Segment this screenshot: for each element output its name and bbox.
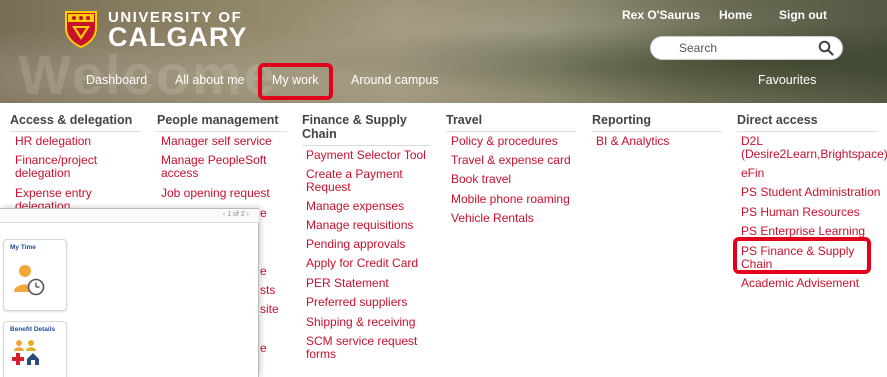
user-name-link[interactable]: Rex O'Saurus — [622, 8, 700, 22]
link-bi-analytics[interactable]: BI & Analytics — [596, 135, 669, 148]
nav-favourites[interactable]: Favourites — [758, 73, 816, 87]
link-manager-self-service[interactable]: Manager self service — [161, 135, 272, 148]
link-create-payment-request[interactable]: Create a Payment Request — [306, 168, 416, 194]
logo-calgary: CALGARY — [108, 22, 248, 52]
ps-finance-highlight — [733, 237, 871, 274]
link-policy-procedures[interactable]: Policy & procedures — [451, 135, 558, 148]
col-finance-supply-chain-title: Finance & Supply Chain — [302, 113, 430, 146]
col-people-management-title: People management — [157, 113, 287, 132]
link-academic-advisement[interactable]: Academic Advisement — [741, 277, 859, 290]
covered-link-fragment[interactable]: e — [260, 265, 267, 278]
covered-link-fragment[interactable]: site — [260, 303, 279, 316]
link-per-statement[interactable]: PER Statement — [306, 277, 389, 290]
covered-link-fragment[interactable]: e — [260, 342, 267, 355]
preview-top-bar: ‹ 1 of 2 › — [0, 209, 259, 223]
link-manage-expenses[interactable]: Manage expenses — [306, 200, 404, 213]
search-input[interactable]: Search — [650, 36, 843, 60]
link-finance-project-delegation[interactable]: Finance/project delegation — [15, 154, 135, 180]
link-hr-delegation[interactable]: HR delegation — [15, 135, 91, 148]
tile-my-time-title: My Time — [10, 244, 36, 251]
link-travel-expense-card[interactable]: Travel & expense card — [451, 154, 571, 167]
link-payment-selector-tool[interactable]: Payment Selector Tool — [306, 149, 426, 162]
nav-dashboard[interactable]: Dashboard — [86, 73, 147, 87]
nav-around-campus[interactable]: Around campus — [351, 73, 439, 87]
link-vehicle-rentals[interactable]: Vehicle Rentals — [451, 212, 534, 225]
covered-link-fragment[interactable]: e — [260, 207, 267, 220]
link-pending-approvals[interactable]: Pending approvals — [306, 238, 405, 251]
link-job-opening-request[interactable]: Job opening request — [161, 187, 270, 200]
tile-benefit-details-title: Benefit Details — [10, 326, 56, 333]
university-crest-icon — [65, 11, 97, 48]
page-indicator[interactable]: ‹ 1 of 2 › — [223, 211, 249, 218]
link-efin[interactable]: eFin — [741, 167, 764, 180]
benefits-icon — [12, 340, 39, 365]
home-link[interactable]: Home — [719, 8, 752, 22]
link-ps-student-administration[interactable]: PS Student Administration — [741, 186, 880, 199]
link-preferred-suppliers[interactable]: Preferred suppliers — [306, 296, 407, 309]
col-travel-title: Travel — [446, 113, 576, 132]
link-manage-peoplesoft-access[interactable]: Manage PeopleSoft access — [161, 154, 271, 180]
sign-out-link[interactable]: Sign out — [779, 8, 827, 22]
col-access-delegation-title: Access & delegation — [10, 113, 140, 132]
col-direct-access-title: Direct access — [737, 113, 877, 132]
tile-benefit-details[interactable]: Benefit Details — [3, 321, 67, 377]
link-ps-human-resources[interactable]: PS Human Resources — [741, 206, 860, 219]
link-mobile-phone-roaming[interactable]: Mobile phone roaming — [451, 193, 570, 206]
link-apply-credit-card[interactable]: Apply for Credit Card — [306, 257, 418, 270]
link-book-travel[interactable]: Book travel — [451, 173, 511, 186]
search-placeholder: Search — [679, 41, 718, 55]
search-icon[interactable] — [818, 40, 834, 56]
nav-all-about-me[interactable]: All about me — [175, 73, 244, 87]
fluid-homepage-preview: ‹ 1 of 2 › My Time Benefit Details — [0, 208, 259, 377]
site-header: Welcome UNIVERSITY OF CALGARY Rex O'Saur… — [0, 0, 887, 103]
link-d2l[interactable]: D2L (Desire2Learn,Brightspace) — [741, 135, 887, 161]
tile-my-time[interactable]: My Time — [3, 239, 67, 311]
link-manage-requisitions[interactable]: Manage requisitions — [306, 219, 413, 232]
covered-link-fragment[interactable]: sts — [260, 284, 275, 297]
person-clock-icon — [14, 265, 45, 296]
my-work-highlight — [258, 63, 333, 100]
link-scm-service-request-forms[interactable]: SCM service request forms — [306, 335, 424, 361]
link-shipping-receiving[interactable]: Shipping & receiving — [306, 316, 415, 329]
col-reporting-title: Reporting — [592, 113, 722, 132]
